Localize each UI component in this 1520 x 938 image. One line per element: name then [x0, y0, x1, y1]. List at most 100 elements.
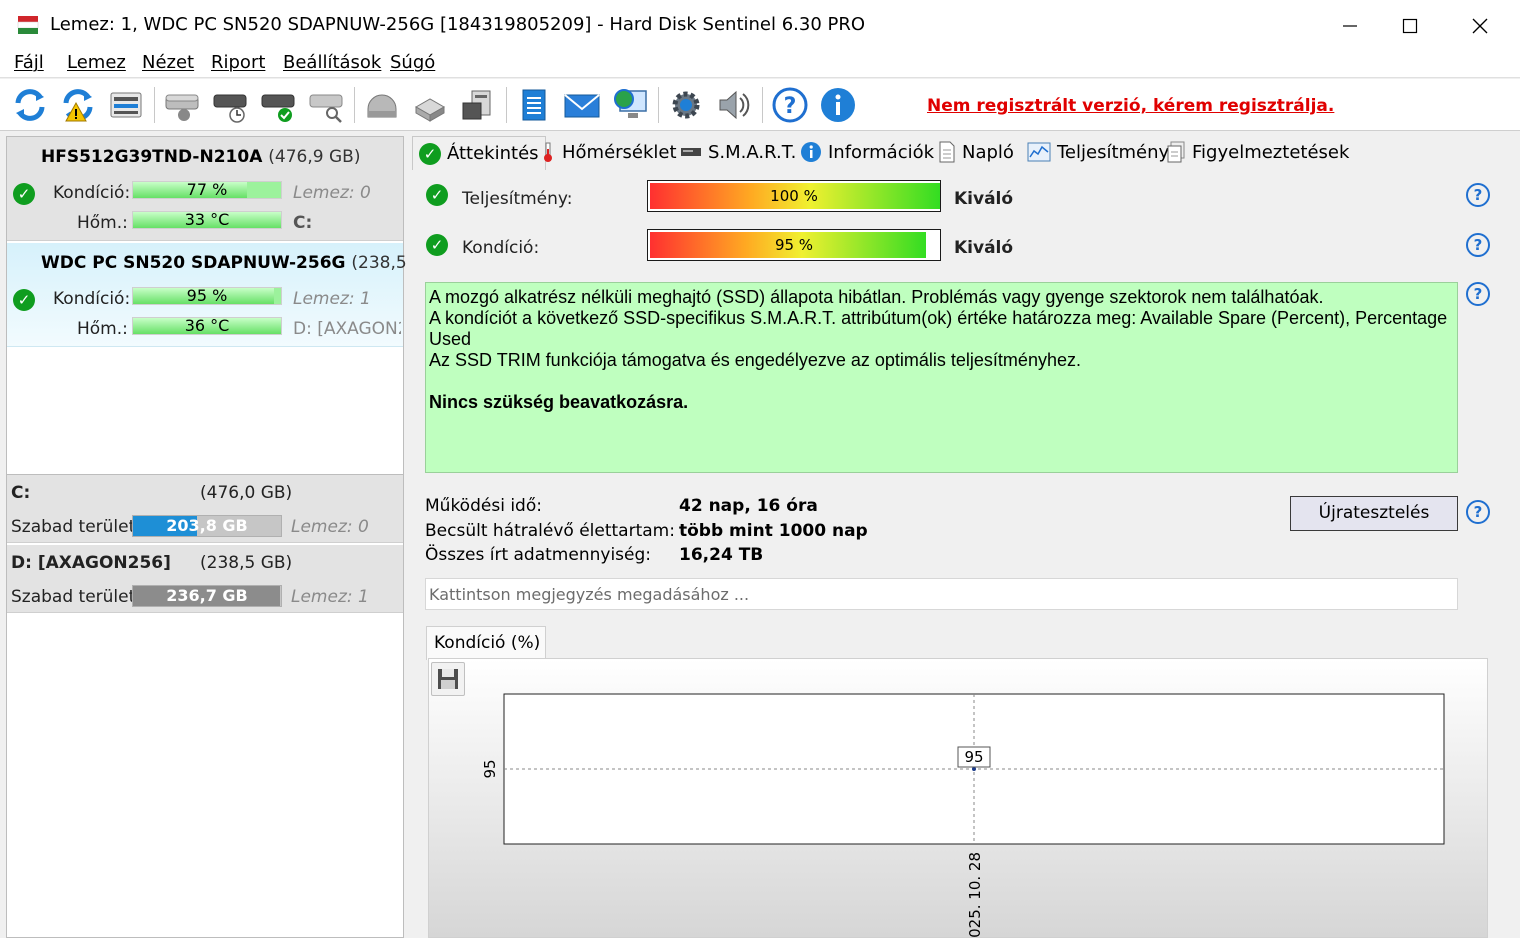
status-conclusion: Nincs szükség beavatkozásra. [429, 392, 689, 412]
note-input[interactable]: Kattintson megjegyzés megadásához ... [425, 578, 1458, 610]
tab-temperature[interactable]: Hőmérséklet [534, 136, 683, 168]
tab-alerts[interactable]: Figyelmeztetések [1160, 136, 1355, 168]
temp-bar: 33 °C [132, 211, 282, 229]
info-icon [801, 142, 821, 162]
tab-performance[interactable]: Teljesítmény [1021, 136, 1175, 168]
disk-ref: Lemez: 1 [293, 289, 371, 309]
data-label: 95 [964, 748, 983, 766]
temp-label: Hőm.: [77, 213, 128, 233]
minimize-icon [1343, 25, 1357, 27]
volume-size: (238,5 GB) [200, 553, 293, 573]
settings-gear-icon[interactable] [666, 85, 706, 125]
performance-bar: 100 % [647, 180, 941, 212]
email-icon[interactable] [562, 85, 602, 125]
volume-item-0[interactable]: C: (476,0 GB) Szabad terület 203,8 GB Le… [7, 475, 403, 543]
register-link[interactable]: Nem regisztrált verzió, kérem regisztrál… [927, 96, 1334, 116]
disk-item-1[interactable]: WDC PC SN520 SDAPNUW-256G (238,5 GB) ✓ K… [7, 243, 444, 347]
help-condition-icon[interactable]: ? [1466, 233, 1490, 257]
uptime-label: Működési idő: [425, 496, 542, 516]
maximize-icon [1402, 18, 1418, 34]
help-retest-icon[interactable]: ? [1466, 500, 1490, 524]
written-label: Összes írt adatmennyiség: [425, 545, 651, 565]
close-icon [1472, 18, 1488, 34]
drive-icon [681, 148, 701, 156]
free-space-label: Szabad terület [11, 517, 136, 537]
network-monitor-icon[interactable] [610, 85, 650, 125]
temp-bar: 36 °C [132, 317, 282, 335]
thermometer-icon [544, 142, 552, 162]
tab-overview[interactable]: ✓ Áttekintés [412, 136, 546, 170]
refresh-warning-icon[interactable] [58, 85, 98, 125]
menu-help[interactable]: Súgó [390, 52, 435, 73]
tab-smart[interactable]: S.M.A.R.T. [674, 136, 802, 168]
tab-bar: ✓ Áttekintés Hőmérséklet S.M.A.R.T. Info… [412, 136, 1520, 170]
disk-backup-icon[interactable] [458, 85, 498, 125]
status-ok-icon: ✓ [426, 184, 448, 206]
performance-chart-icon [1027, 142, 1051, 162]
uptime-value: 42 nap, 16 óra [679, 496, 818, 516]
condition-value: 77 % [186, 180, 228, 199]
disk-ref: Lemez: 0 [291, 517, 369, 537]
performance-rating: Kiváló [954, 189, 1014, 209]
tab-information[interactable]: Információk [794, 136, 940, 168]
sound-icon[interactable] [714, 85, 754, 125]
report-notepad-icon[interactable] [514, 85, 554, 125]
condition-label: Kondíció: [53, 183, 131, 203]
free-space-value: 236,7 GB [166, 586, 248, 605]
status-line: Az SSD TRIM funkciója támogatva és enged… [429, 350, 1081, 370]
disk-list-icon[interactable] [106, 85, 146, 125]
condition-value: 95 % [774, 236, 814, 254]
menu-disk[interactable]: Lemez [67, 52, 126, 73]
disk-surface-test-icon[interactable] [162, 85, 202, 125]
close-button[interactable] [1450, 8, 1510, 44]
svg-text:?: ? [784, 94, 797, 119]
chart-tab-condition[interactable]: Kondíció (%) [426, 626, 546, 660]
temp-label: Hőm.: [77, 319, 128, 339]
menu-settings[interactable]: Beállítások [283, 52, 381, 73]
help-performance-icon[interactable]: ? [1466, 183, 1490, 207]
status-ok-icon: ✓ [426, 234, 448, 256]
tab-log[interactable]: Napló [932, 136, 1020, 168]
lifetime-value: több mint 1000 nap [679, 521, 868, 541]
disk-schedule-icon[interactable] [210, 85, 250, 125]
disk-ref: Lemez: 0 [293, 183, 371, 203]
disk-ref: Lemez: 1 [291, 587, 369, 607]
status-ok-icon: ✓ [13, 289, 35, 311]
status-ok-icon: ✓ [13, 183, 35, 205]
volume-item-1[interactable]: D: [AXAGON256] (238,5 GB) Szabad terület… [7, 545, 403, 613]
disk-shield-icon[interactable] [362, 85, 402, 125]
volume-size: (476,0 GB) [200, 483, 293, 503]
y-tick-label: 95 [481, 759, 499, 778]
menu-view[interactable]: Nézet [142, 52, 194, 73]
disk-search-icon[interactable] [306, 85, 346, 125]
disk-item-0[interactable]: HFS512G39TND-N210A (476,9 GB) ✓ Kondíció… [7, 137, 403, 241]
temp-value: 33 °C [184, 210, 230, 229]
info-icon[interactable] [818, 85, 858, 125]
refresh-icon[interactable] [10, 85, 50, 125]
x-tick-label: 2025. 10. 28 [966, 852, 984, 938]
menu-bar: Fájl Lemez Nézet Riport Beállítások Súgó [0, 50, 1520, 78]
free-space-value: 203,8 GB [166, 516, 248, 535]
free-space-bar: 236,7 GB [132, 585, 282, 607]
menu-file[interactable]: Fájl [14, 52, 44, 73]
disk-name: WDC PC SN520 SDAPNUW-256G [41, 253, 346, 273]
volume-name: D: [AXAGON256] [11, 553, 171, 573]
minimize-button[interactable] [1320, 8, 1380, 44]
menu-report[interactable]: Riport [211, 52, 265, 73]
maximize-button[interactable] [1380, 8, 1440, 44]
condition-rating: Kiváló [954, 238, 1014, 258]
disk-ok-icon[interactable] [258, 85, 298, 125]
written-value: 16,24 TB [679, 545, 764, 565]
help-icon[interactable]: ? [770, 85, 810, 125]
volume-name: C: [11, 483, 31, 503]
drive-ref: D: [AXAGON2 [293, 319, 401, 339]
condition-label: Kondíció: [462, 238, 540, 258]
data-point [972, 767, 976, 771]
hungarian-flag-icon [17, 16, 39, 34]
performance-value: 100 % [770, 187, 818, 205]
help-status-icon[interactable]: ? [1466, 282, 1490, 306]
condition-value: 95 % [186, 286, 228, 305]
document-icon [939, 141, 955, 163]
retest-button[interactable]: Újratesztelés [1290, 496, 1458, 531]
disk-transfer-icon[interactable] [410, 85, 450, 125]
